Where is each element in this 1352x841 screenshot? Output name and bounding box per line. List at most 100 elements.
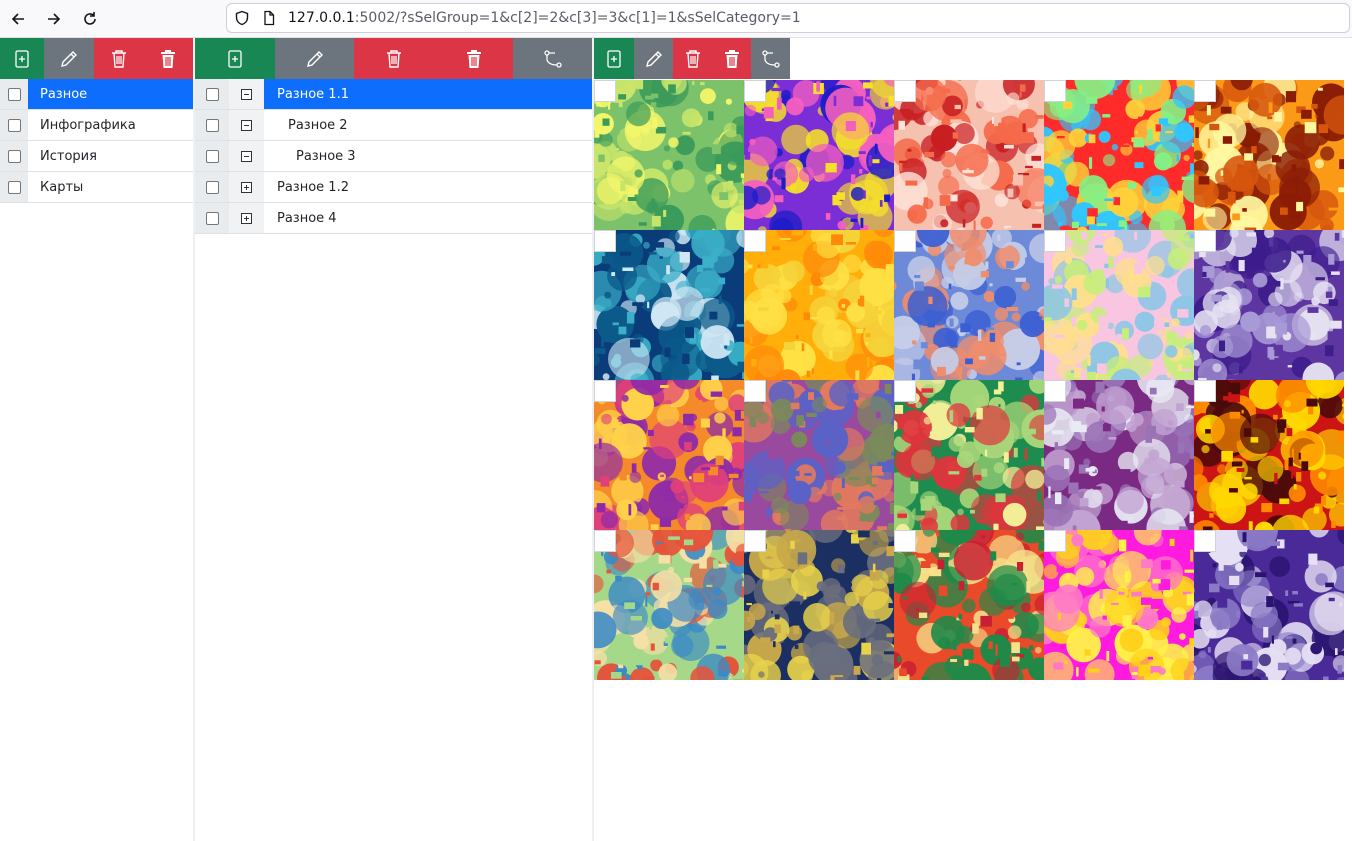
group-row[interactable]: Разное 2 <box>195 110 592 141</box>
image-tile[interactable] <box>1194 380 1344 530</box>
category-row[interactable]: История <box>0 141 193 172</box>
image-tile[interactable] <box>594 230 744 380</box>
add-image-button[interactable] <box>594 38 634 79</box>
category-row[interactable]: Инфографика <box>0 110 193 141</box>
category-label[interactable]: Разное <box>28 79 193 109</box>
image-checkbox[interactable] <box>894 230 916 252</box>
url-text[interactable]: 127.0.0.1:5002/?sSelGroup=1&c[2]=2&c[3]=… <box>288 10 801 26</box>
image-tile[interactable] <box>1044 380 1194 530</box>
edit-image-button[interactable] <box>634 38 673 79</box>
category-checkbox[interactable] <box>7 149 21 163</box>
add-group-button[interactable] <box>195 38 275 79</box>
edit-category-button[interactable] <box>44 38 94 79</box>
move-group-button[interactable] <box>513 38 592 79</box>
reload-button[interactable] <box>78 7 102 31</box>
category-row[interactable]: Карты <box>0 172 193 203</box>
image-checkbox[interactable] <box>594 80 616 102</box>
image-checkbox[interactable] <box>744 80 766 102</box>
forward-button[interactable] <box>42 7 66 31</box>
image-checkbox[interactable] <box>594 530 616 552</box>
edit-group-button[interactable] <box>275 38 354 79</box>
category-checkbox[interactable] <box>7 180 21 194</box>
group-label[interactable]: Разное 1.2 <box>264 172 592 202</box>
image-checkbox[interactable] <box>1044 530 1066 552</box>
delete-image-button[interactable] <box>673 38 712 79</box>
group-checkbox[interactable] <box>205 180 219 194</box>
group-toggle[interactable] <box>229 172 264 202</box>
group-toggle[interactable] <box>229 79 264 109</box>
image-tile[interactable] <box>894 80 1044 230</box>
group-tree: Разное 1.1 Разное 2 Разное 3 Разное 1.2 … <box>195 79 592 234</box>
category-label[interactable]: Инфографика <box>28 110 193 140</box>
image-tile[interactable] <box>894 530 1044 680</box>
image-tile[interactable] <box>744 530 894 680</box>
group-checkbox[interactable] <box>205 87 219 101</box>
group-checkbox-cell <box>195 110 229 140</box>
add-category-button[interactable] <box>0 38 44 79</box>
category-label[interactable]: История <box>28 141 193 171</box>
image-tile[interactable] <box>1044 230 1194 380</box>
image-grid <box>594 80 1344 680</box>
group-row[interactable]: Разное 1.2 <box>195 172 592 203</box>
image-tile[interactable] <box>1194 530 1344 680</box>
group-checkbox[interactable] <box>205 118 219 132</box>
image-checkbox[interactable] <box>1194 380 1216 402</box>
image-checkbox[interactable] <box>894 80 916 102</box>
page-icon <box>264 10 275 26</box>
pencil-icon <box>306 50 323 67</box>
group-toggle[interactable] <box>229 110 264 140</box>
group-checkbox[interactable] <box>205 149 219 163</box>
group-row[interactable]: Разное 3 <box>195 141 592 172</box>
image-checkbox[interactable] <box>894 530 916 552</box>
image-checkbox[interactable] <box>744 530 766 552</box>
image-checkbox[interactable] <box>1044 380 1066 402</box>
group-checkbox-cell <box>195 203 229 233</box>
image-tile[interactable] <box>594 80 744 230</box>
group-label[interactable]: Разное 2 <box>264 110 592 140</box>
group-row[interactable]: Разное 1.1 <box>195 79 592 110</box>
group-toggle[interactable] <box>229 203 264 233</box>
category-row[interactable]: Разное <box>0 79 193 110</box>
category-checkbox[interactable] <box>7 118 21 132</box>
image-checkbox[interactable] <box>1044 80 1066 102</box>
image-tile[interactable] <box>894 230 1044 380</box>
image-tile[interactable] <box>744 230 894 380</box>
category-checkbox[interactable] <box>7 87 21 101</box>
back-button[interactable] <box>6 7 30 31</box>
group-label[interactable]: Разное 4 <box>264 203 592 233</box>
delete-category-button[interactable] <box>94 38 143 79</box>
image-tile[interactable] <box>744 80 894 230</box>
delete-group-button[interactable] <box>354 38 434 79</box>
group-checkbox[interactable] <box>205 211 219 225</box>
delete-all-image-button[interactable] <box>712 38 751 79</box>
move-image-button[interactable] <box>751 38 790 79</box>
group-label[interactable]: Разное 1.1 <box>264 79 592 109</box>
image-tile[interactable] <box>594 530 744 680</box>
category-label[interactable]: Карты <box>28 172 193 202</box>
delete-all-group-button[interactable] <box>434 38 513 79</box>
image-tile[interactable] <box>744 380 894 530</box>
image-tile[interactable] <box>894 380 1044 530</box>
image-tile[interactable] <box>1194 80 1344 230</box>
image-checkbox[interactable] <box>594 380 616 402</box>
image-tile[interactable] <box>1044 530 1194 680</box>
expand-icon <box>241 181 252 193</box>
group-row[interactable]: Разное 4 <box>195 203 592 234</box>
group-label[interactable]: Разное 3 <box>264 141 592 171</box>
collapse-icon <box>241 150 252 162</box>
shield-icon[interactable] <box>234 10 250 26</box>
delete-all-category-button[interactable] <box>143 38 193 79</box>
image-checkbox[interactable] <box>1194 230 1216 252</box>
image-checkbox[interactable] <box>1194 80 1216 102</box>
image-tile[interactable] <box>1044 80 1194 230</box>
image-checkbox[interactable] <box>894 380 916 402</box>
image-checkbox[interactable] <box>744 380 766 402</box>
group-toggle[interactable] <box>229 141 264 171</box>
image-checkbox[interactable] <box>1044 230 1066 252</box>
image-checkbox[interactable] <box>594 230 616 252</box>
image-tile[interactable] <box>1194 230 1344 380</box>
image-tile[interactable] <box>594 380 744 530</box>
address-bar[interactable]: 127.0.0.1:5002/?sSelGroup=1&c[2]=2&c[3]=… <box>226 3 1350 33</box>
image-checkbox[interactable] <box>1194 530 1216 552</box>
image-checkbox[interactable] <box>744 230 766 252</box>
